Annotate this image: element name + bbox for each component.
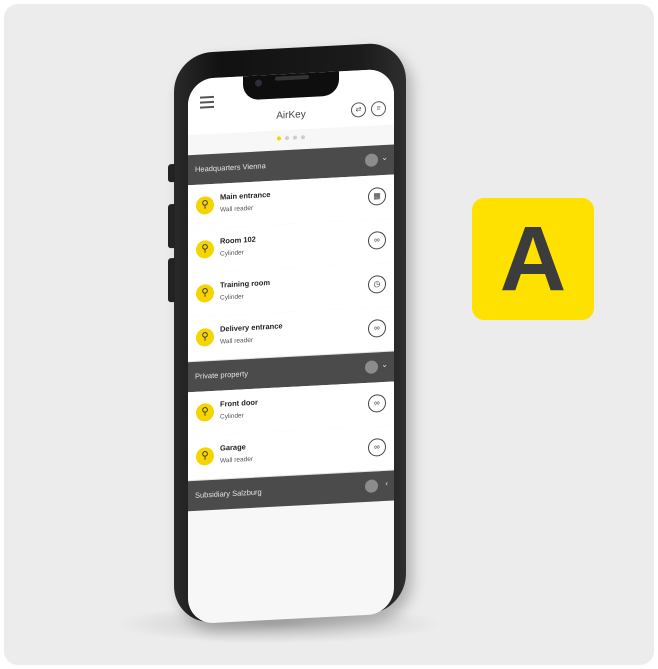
speaker-grille bbox=[275, 74, 309, 81]
volume-down-button bbox=[168, 257, 175, 303]
mute-switch bbox=[168, 163, 175, 183]
page-dot[interactable] bbox=[285, 135, 289, 141]
page-dot[interactable] bbox=[301, 135, 305, 140]
key-icon: ⚲ bbox=[196, 283, 214, 303]
device-name: Front door bbox=[220, 397, 258, 409]
key-icon: ⚲ bbox=[196, 195, 214, 215]
device-type: Wall reader bbox=[220, 455, 253, 465]
device-name: Room 102 bbox=[220, 234, 256, 246]
chevron-left-icon[interactable]: ‹ bbox=[385, 479, 388, 488]
calendar-icon[interactable]: ▦ bbox=[368, 186, 386, 206]
volume-up-button bbox=[168, 203, 175, 249]
device-name: Delivery entrance bbox=[220, 321, 283, 334]
key-icon: ⚲ bbox=[196, 327, 214, 347]
infinity-icon[interactable]: ∞ bbox=[368, 393, 386, 413]
key-icon: ⚲ bbox=[196, 446, 214, 466]
section-label: Headquarters Vienna bbox=[195, 161, 266, 174]
notch bbox=[243, 69, 339, 101]
device-type: Cylinder bbox=[220, 293, 244, 302]
section-label: Subsidiary Salzburg bbox=[195, 487, 262, 500]
device-name: Main entrance bbox=[220, 189, 271, 202]
device-name: Garage bbox=[220, 442, 246, 453]
phone-frame: AirKey ⇄ ≡ Headquarters Vienna ⌄ ⚲ Main … bbox=[168, 41, 406, 625]
section-toggle-icon[interactable] bbox=[365, 360, 378, 374]
logo-letter: A bbox=[499, 208, 567, 310]
chevron-down-icon[interactable]: ⌄ bbox=[381, 153, 388, 162]
device-type: Wall reader bbox=[220, 336, 253, 346]
phone-screen: AirKey ⇄ ≡ Headquarters Vienna ⌄ ⚲ Main … bbox=[188, 68, 394, 625]
chevron-down-icon[interactable]: ⌄ bbox=[381, 360, 388, 369]
camera-icon bbox=[255, 79, 262, 87]
device-type: Wall reader bbox=[220, 204, 253, 214]
phone: AirKey ⇄ ≡ Headquarters Vienna ⌄ ⚲ Main … bbox=[168, 41, 409, 625]
page-dot[interactable] bbox=[293, 135, 297, 140]
infinity-icon[interactable]: ∞ bbox=[368, 437, 386, 457]
airkey-logo: A bbox=[472, 198, 594, 320]
clock-icon[interactable]: ◷ bbox=[368, 274, 386, 294]
key-icon: ⚲ bbox=[196, 239, 214, 259]
infinity-icon[interactable]: ∞ bbox=[368, 230, 386, 250]
key-icon: ⚲ bbox=[196, 402, 214, 422]
device-type: Cylinder bbox=[220, 249, 244, 258]
device-type: Cylinder bbox=[220, 412, 244, 421]
section-toggle-icon[interactable] bbox=[365, 153, 378, 167]
section-label: Private property bbox=[195, 369, 248, 381]
section-toggle-icon[interactable] bbox=[365, 479, 378, 493]
phone-body: AirKey ⇄ ≡ Headquarters Vienna ⌄ ⚲ Main … bbox=[168, 30, 409, 625]
device-name: Training room bbox=[220, 277, 271, 290]
infinity-icon[interactable]: ∞ bbox=[368, 318, 386, 338]
page-dot-active[interactable] bbox=[277, 136, 281, 141]
background-stage: AirKey ⇄ ≡ Headquarters Vienna ⌄ ⚲ Main … bbox=[4, 4, 654, 665]
hamburger-menu-icon[interactable] bbox=[200, 95, 214, 109]
